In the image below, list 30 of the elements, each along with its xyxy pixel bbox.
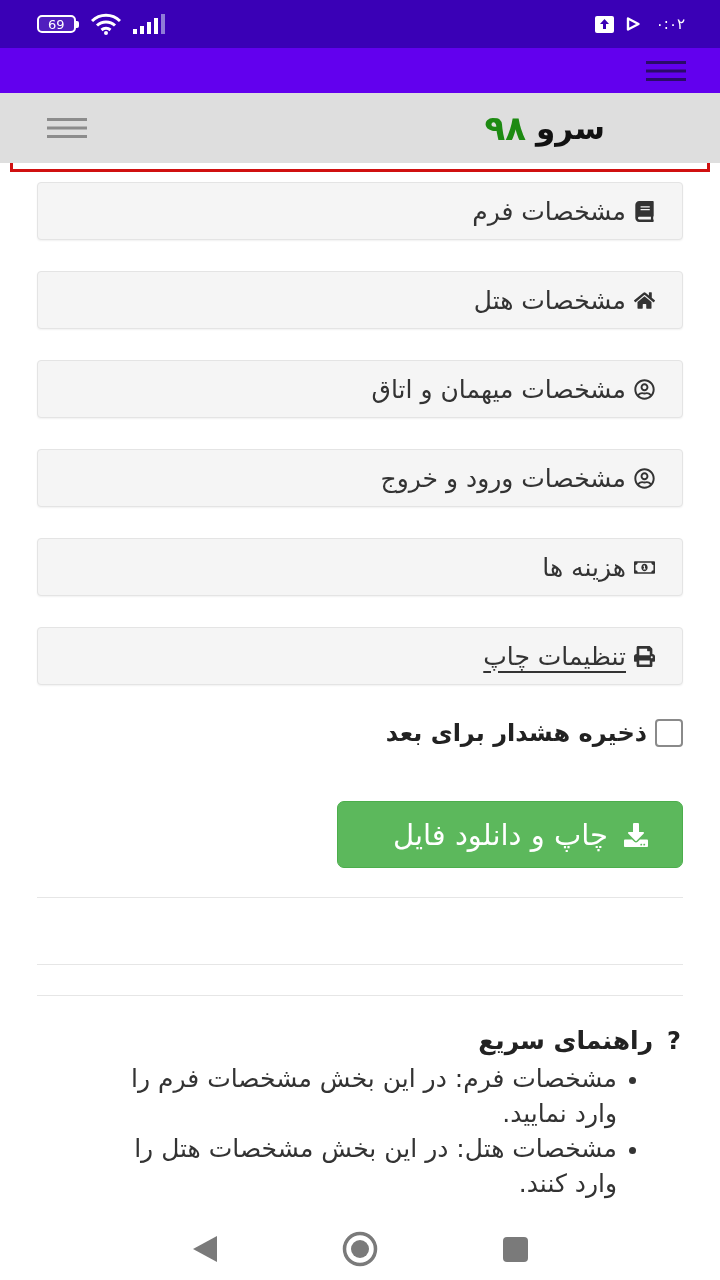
play-icon [625,17,640,31]
section-header[interactable]: هزینه ها [37,538,683,596]
logo-number: ۹۸ [484,108,526,148]
checkbox[interactable] [655,719,683,747]
help-item: مشخصات فرم: در این بخش مشخصات فرم را وارد نمایید. [130,1063,617,1131]
recents-icon[interactable] [502,1236,528,1262]
menu-icon[interactable] [47,118,87,138]
book-icon [634,200,655,222]
bullet-icon [629,1077,636,1084]
checkbox-label: ذخیره هشدار برای بعد [385,719,647,747]
battery-indicator: 69 [37,15,79,33]
bullet-icon [629,1147,636,1154]
question-mark: ? [667,1026,681,1055]
section-header[interactable]: مشخصات هتل [37,271,683,329]
home-icon [634,289,655,311]
logo-text: سرو [535,110,605,146]
section-header[interactable]: مشخصات فرم [37,182,683,240]
upload-icon [594,15,614,33]
wifi-icon [90,13,121,35]
signal-icon [132,14,165,34]
section-header[interactable]: تنظیمات چاپ [37,627,683,685]
home-icon[interactable] [341,1231,378,1267]
printer-icon [634,645,655,667]
help-item: مشخصات هتل: در این بخش مشخصات هتل را وارد کنند. [133,1133,617,1201]
section-header[interactable]: مشخصات ورود و خروج [37,449,683,507]
help-title: راهنمای سریع [478,1026,654,1055]
status-time: ۰:۰۲ [655,15,685,33]
back-icon[interactable] [192,1236,217,1262]
download-icon [624,822,648,847]
section-header[interactable]: مشخصات میهمان و اتاق [37,360,683,418]
